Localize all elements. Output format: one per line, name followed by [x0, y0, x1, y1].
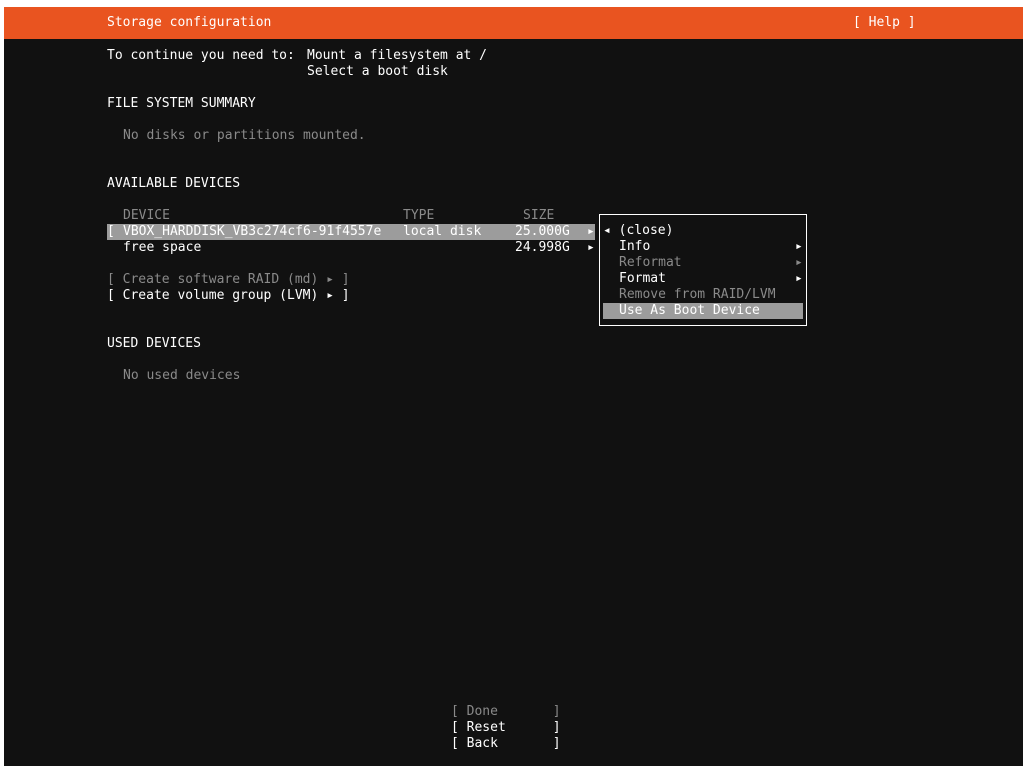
menu-item-format[interactable]: Format [619, 271, 666, 287]
column-size: SIZE [523, 208, 555, 223]
column-type: TYPE [403, 208, 435, 223]
menu-close[interactable]: ◂ (close) [603, 223, 673, 239]
info-arrow-icon: ▸ [795, 239, 803, 254]
device-size: 25.000G [515, 224, 570, 239]
back-button[interactable]: [ Back ] [451, 736, 561, 752]
reformat-arrow-icon: ▸ [795, 255, 803, 270]
done-button[interactable]: [ Done ] [451, 704, 561, 720]
menu-item-reformat[interactable]: Reformat [619, 255, 682, 271]
format-arrow-icon: ▸ [795, 271, 803, 286]
installer-screen: Storage configuration [ Help ] To contin… [4, 7, 1023, 766]
device-type: local disk [403, 224, 482, 239]
used-devices-heading: USED DEVICES [107, 336, 201, 351]
free-space-size: 24.998G [515, 240, 570, 255]
menu-item-use-as-boot-device-label: Use As Boot Device [619, 303, 760, 318]
device-menu-arrow-icon: ▸ [587, 224, 595, 239]
requirement-boot: Select a boot disk [307, 64, 448, 79]
free-space-row[interactable]: free space 24.998G ▸ [107, 240, 595, 256]
free-space-label: free space [123, 240, 202, 255]
row-bracket: [ [107, 224, 115, 239]
fs-summary-empty: No disks or partitions mounted. [123, 128, 366, 143]
menu-item-info[interactable]: Info [619, 239, 650, 255]
menu-item-remove-raid-lvm[interactable]: Remove from RAID/LVM [619, 287, 776, 303]
menu-item-use-as-boot-device[interactable]: Use As Boot Device [603, 303, 803, 319]
create-raid-button[interactable]: [ Create software RAID (md) ▸ ] [107, 272, 350, 288]
requirements-label: To continue you need to: [107, 48, 295, 63]
free-space-arrow-icon: ▸ [587, 240, 595, 255]
device-action-menu: ◂ (close) Info ▸ Reformat ▸ Format ▸ Rem… [599, 214, 807, 326]
device-name: VBOX_HARDDISK_VB3c274cf6-91f4557e [123, 224, 382, 239]
available-devices-heading: AVAILABLE DEVICES [107, 176, 241, 191]
create-lvm-button[interactable]: [ Create volume group (LVM) ▸ ] [107, 288, 350, 304]
column-device: DEVICE [123, 208, 170, 223]
page-title: Storage configuration [107, 15, 272, 30]
reset-button[interactable]: [ Reset ] [451, 720, 561, 736]
used-devices-empty: No used devices [123, 368, 241, 383]
header-bar: Storage configuration [ Help ] [4, 7, 1023, 39]
help-button[interactable]: [ Help ] [853, 15, 916, 31]
fs-summary-heading: FILE SYSTEM SUMMARY [107, 96, 256, 111]
requirement-mount: Mount a filesystem at / [307, 48, 488, 63]
device-row-selected[interactable]: [ VBOX_HARDDISK_VB3c274cf6-91f4557e loca… [107, 224, 595, 240]
